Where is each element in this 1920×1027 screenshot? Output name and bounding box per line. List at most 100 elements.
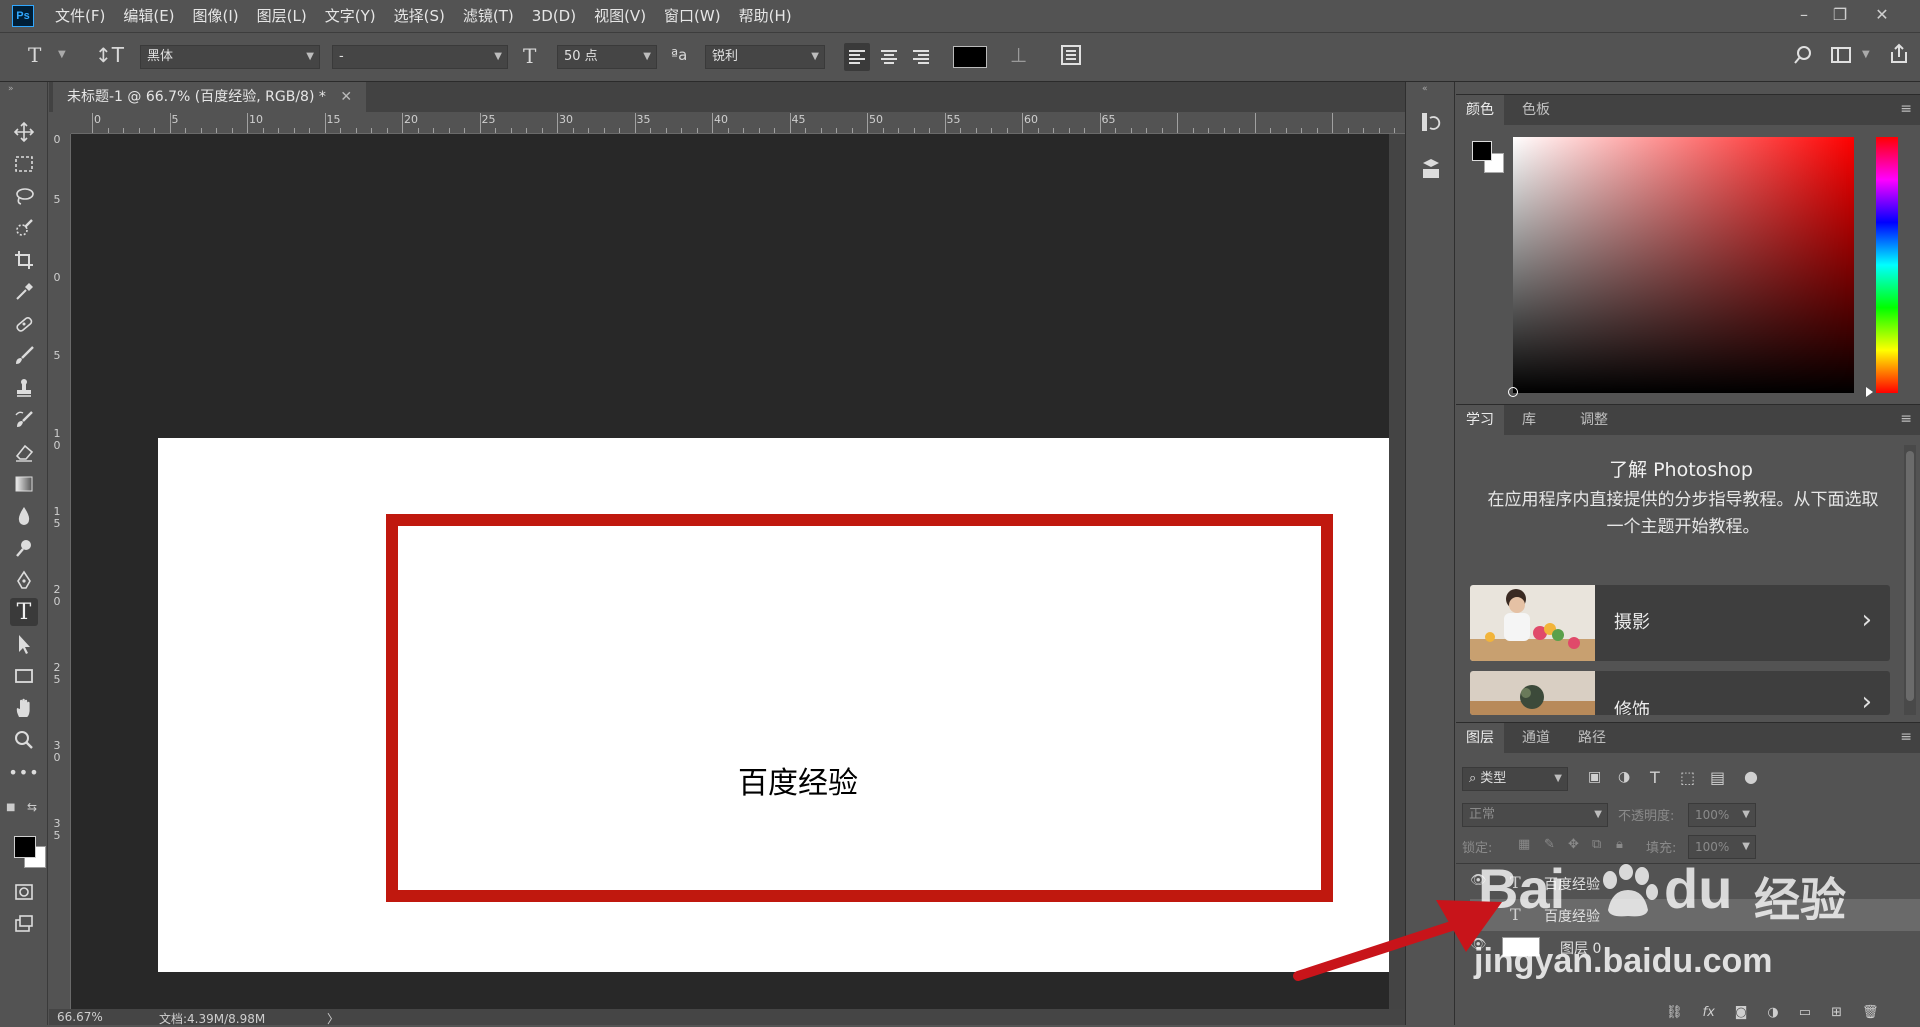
- hand-tool-icon[interactable]: [10, 694, 38, 722]
- character-panel-icon[interactable]: [1060, 43, 1082, 72]
- visibility-eye-icon[interactable]: 👁︎: [1470, 905, 1487, 920]
- quick-selection-tool-icon[interactable]: [10, 214, 38, 242]
- lasso-tool-icon[interactable]: [10, 182, 38, 210]
- tab-adjustments[interactable]: 调整: [1570, 405, 1618, 435]
- healing-brush-tool-icon[interactable]: [10, 310, 38, 338]
- path-selection-tool-icon[interactable]: [10, 630, 38, 658]
- tab-layers[interactable]: 图层: [1456, 723, 1504, 753]
- panel-menu-icon[interactable]: ≡: [1900, 411, 1912, 427]
- type-tool-preset-icon[interactable]: T: [28, 43, 41, 67]
- filter-smart-object-icon[interactable]: ▤: [1710, 768, 1725, 787]
- search-icon[interactable]: [1792, 44, 1814, 71]
- pen-tool-icon[interactable]: [10, 566, 38, 594]
- tab-swatches[interactable]: 色板: [1512, 95, 1560, 125]
- vertical-ruler[interactable]: 0 5 0 5 1 0 1 5 2 0 2 5 3 0 3 5: [49, 134, 71, 1009]
- marquee-tool-icon[interactable]: [10, 150, 38, 178]
- menu-item-9[interactable]: 窗口(W): [655, 0, 730, 32]
- document-canvas[interactable]: 百度经验: [158, 438, 1438, 972]
- panel-menu-icon[interactable]: ≡: [1900, 101, 1912, 117]
- horizontal-ruler[interactable]: 0 5 10 15 20 25 30 35 40 45 50 55 60 65: [71, 112, 1405, 134]
- canvas-text-layer[interactable]: 百度经验: [158, 438, 1438, 972]
- quick-mask-icon[interactable]: [10, 878, 38, 906]
- close-tab-icon[interactable]: ✕: [340, 89, 352, 105]
- collapse-dock-icon[interactable]: «: [1422, 84, 1428, 94]
- tab-color[interactable]: 颜色: [1456, 95, 1504, 125]
- new-adjustment-icon[interactable]: ◑: [1767, 1005, 1778, 1020]
- link-layers-icon[interactable]: ⛓︎: [1666, 1005, 1683, 1020]
- tab-libraries[interactable]: 库: [1512, 405, 1546, 435]
- layer-row[interactable]: 👁︎ T 百度经验: [1470, 867, 1920, 899]
- chevron-down-icon[interactable]: ▼: [58, 49, 66, 60]
- close-window-button[interactable]: ✕: [1864, 0, 1900, 28]
- filter-type-icon[interactable]: T: [1650, 768, 1660, 787]
- learn-topic-retouching[interactable]: 修饰 ›: [1470, 671, 1890, 715]
- share-icon[interactable]: [1888, 42, 1910, 71]
- layer-name[interactable]: 图层 0: [1560, 938, 1601, 958]
- color-picker-field[interactable]: [1513, 137, 1854, 393]
- tab-paths[interactable]: 路径: [1568, 723, 1616, 753]
- panel-foreground-swatch[interactable]: [1472, 141, 1492, 161]
- font-style-select[interactable]: - ▼: [332, 45, 508, 69]
- zoom-level[interactable]: 66.67%: [57, 1010, 103, 1024]
- rectangle-tool-icon[interactable]: [10, 662, 38, 690]
- align-left-icon[interactable]: [844, 43, 870, 71]
- delete-layer-icon[interactable]: 🗑︎: [1862, 1005, 1879, 1020]
- menu-item-8[interactable]: 视图(V): [585, 0, 655, 32]
- lock-transparency-icon[interactable]: ▦: [1518, 837, 1530, 852]
- align-center-icon[interactable]: [876, 43, 902, 76]
- align-right-icon[interactable]: [908, 43, 934, 76]
- gradient-tool-icon[interactable]: [10, 470, 38, 498]
- antialias-select[interactable]: 锐利 ▼: [705, 45, 825, 69]
- filter-shape-icon[interactable]: ⬚: [1680, 768, 1695, 787]
- foreground-color-swatch[interactable]: [14, 836, 36, 858]
- font-size-select[interactable]: 50 点 ▼: [557, 45, 657, 69]
- filter-pixel-icon[interactable]: ▣: [1588, 769, 1601, 785]
- blend-mode-select[interactable]: 正常 ▼: [1462, 803, 1608, 827]
- status-arrow[interactable]: 〉: [327, 1010, 339, 1027]
- tab-channels[interactable]: 通道: [1512, 723, 1560, 753]
- warp-text-icon[interactable]: ⊥: [1010, 43, 1027, 67]
- layer-row[interactable]: 👁︎ 图层 0: [1470, 931, 1920, 963]
- menu-item-7[interactable]: 3D(D): [523, 0, 585, 32]
- minimize-button[interactable]: –: [1786, 0, 1822, 28]
- layer-style-icon[interactable]: fx: [1703, 1005, 1715, 1020]
- text-color-swatch[interactable]: [953, 46, 987, 68]
- visibility-eye-icon[interactable]: 👁︎: [1470, 937, 1487, 952]
- crop-tool-icon[interactable]: [10, 246, 38, 274]
- layer-row-selected[interactable]: 👁︎ T 百度经验: [1470, 899, 1920, 931]
- new-layer-icon[interactable]: ⊞: [1831, 1005, 1842, 1020]
- text-orientation-icon[interactable]: ↕T: [95, 43, 124, 67]
- lock-all-icon[interactable]: 🔒︎: [1616, 837, 1623, 852]
- properties-panel-icon[interactable]: [1420, 156, 1442, 186]
- lock-artboard-icon[interactable]: ⧉: [1592, 837, 1601, 852]
- more-tools-icon[interactable]: •••: [8, 758, 38, 786]
- lock-position-icon[interactable]: ✥: [1568, 837, 1579, 852]
- learn-scrollbar[interactable]: [1904, 445, 1916, 715]
- add-mask-icon[interactable]: ◙: [1735, 1005, 1748, 1020]
- hue-slider[interactable]: [1876, 137, 1898, 393]
- menu-item-5[interactable]: 选择(S): [385, 0, 454, 32]
- workspace-icon[interactable]: [1830, 44, 1852, 71]
- ruler-origin[interactable]: [49, 112, 71, 134]
- menu-item-3[interactable]: 图层(L): [248, 0, 316, 32]
- move-tool-icon[interactable]: [10, 118, 38, 146]
- font-family-select[interactable]: 黑体 ▼: [140, 45, 320, 69]
- vertical-scrollbar[interactable]: [1389, 134, 1405, 1009]
- lock-pixels-icon[interactable]: ✎: [1544, 837, 1555, 852]
- filter-toggle-icon[interactable]: ●: [1744, 767, 1758, 786]
- history-brush-tool-icon[interactable]: [10, 406, 38, 434]
- clone-stamp-tool-icon[interactable]: [10, 374, 38, 402]
- menu-item-2[interactable]: 图像(I): [184, 0, 248, 32]
- type-tool-icon[interactable]: T: [10, 598, 38, 626]
- swap-colors-icon[interactable]: ⇆: [27, 800, 37, 814]
- hue-slider-handle[interactable]: [1866, 387, 1873, 397]
- history-panel-icon[interactable]: [1420, 110, 1442, 140]
- layer-name[interactable]: 百度经验: [1544, 874, 1600, 894]
- new-group-icon[interactable]: ▭: [1799, 1005, 1811, 1020]
- menu-item-4[interactable]: 文字(Y): [316, 0, 385, 32]
- default-colors-icon[interactable]: ■: [6, 802, 15, 813]
- dodge-tool-icon[interactable]: [10, 534, 38, 562]
- fill-input[interactable]: 100% ▼: [1688, 835, 1756, 859]
- panel-menu-icon[interactable]: ≡: [1900, 729, 1912, 745]
- menu-item-0[interactable]: 文件(F): [46, 0, 114, 32]
